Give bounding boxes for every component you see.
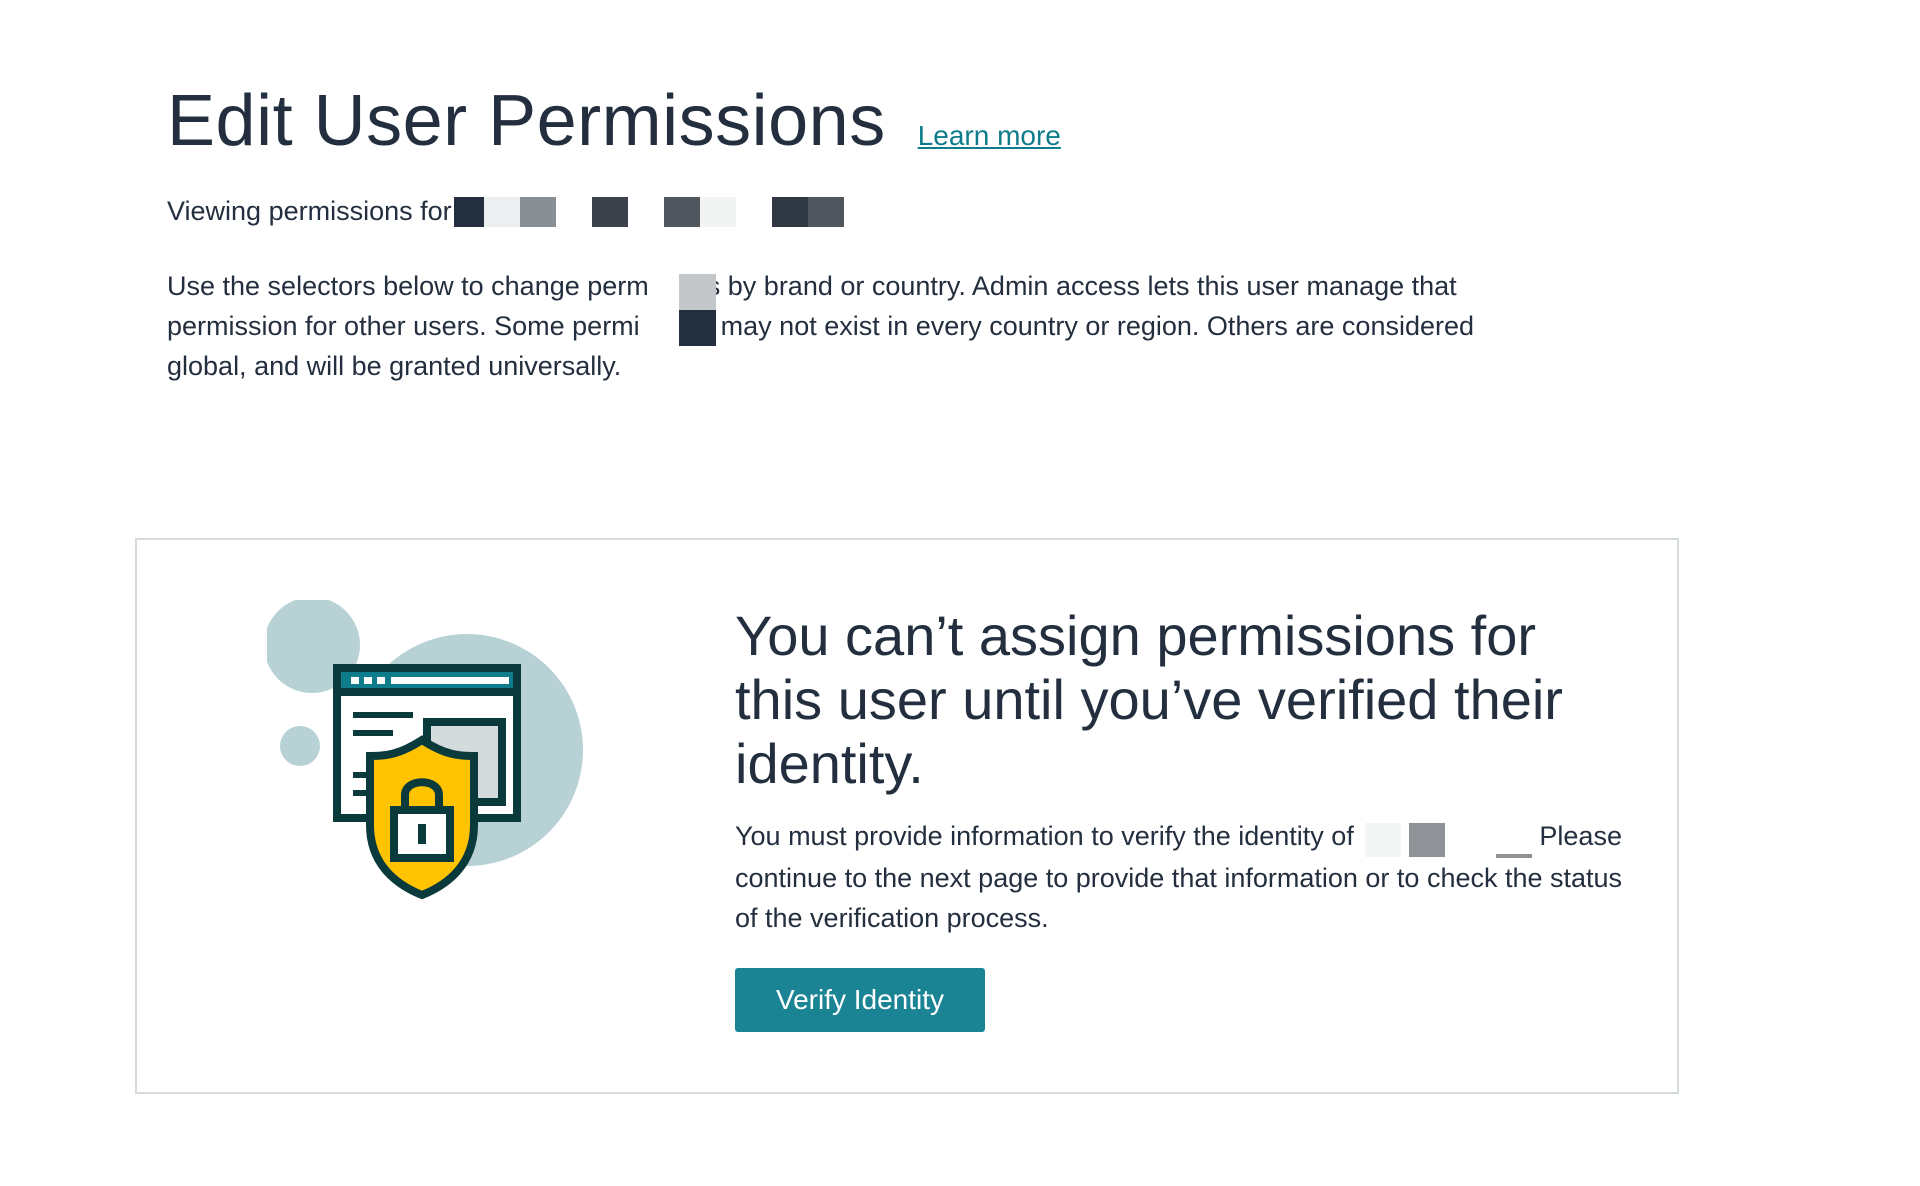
verification-card: You can’t assign permissions for this us…	[135, 538, 1679, 1094]
redacted-user-name	[1365, 818, 1532, 858]
page-header: Edit User Permissions Learn more	[167, 80, 1061, 162]
verify-identity-button[interactable]: Verify Identity	[735, 968, 985, 1032]
page: Edit User Permissions Learn more Viewing…	[0, 0, 1920, 1186]
shield-lock-browser-icon	[267, 600, 583, 900]
viewing-permissions-line: Viewing permissions for	[167, 196, 844, 227]
redacted-user-name	[453, 196, 844, 227]
redacted-text-block	[679, 274, 716, 346]
viewing-label: Viewing permissions for	[167, 196, 452, 226]
page-title: Edit User Permissions	[167, 81, 886, 161]
learn-more-link[interactable]: Learn more	[918, 120, 1061, 152]
permissions-description: Use the selectors below to change perm ns…	[167, 271, 1475, 381]
verification-heading: You can’t assign permissions for this us…	[735, 604, 1563, 795]
verification-text: You must provide information to verify t…	[735, 816, 1635, 938]
